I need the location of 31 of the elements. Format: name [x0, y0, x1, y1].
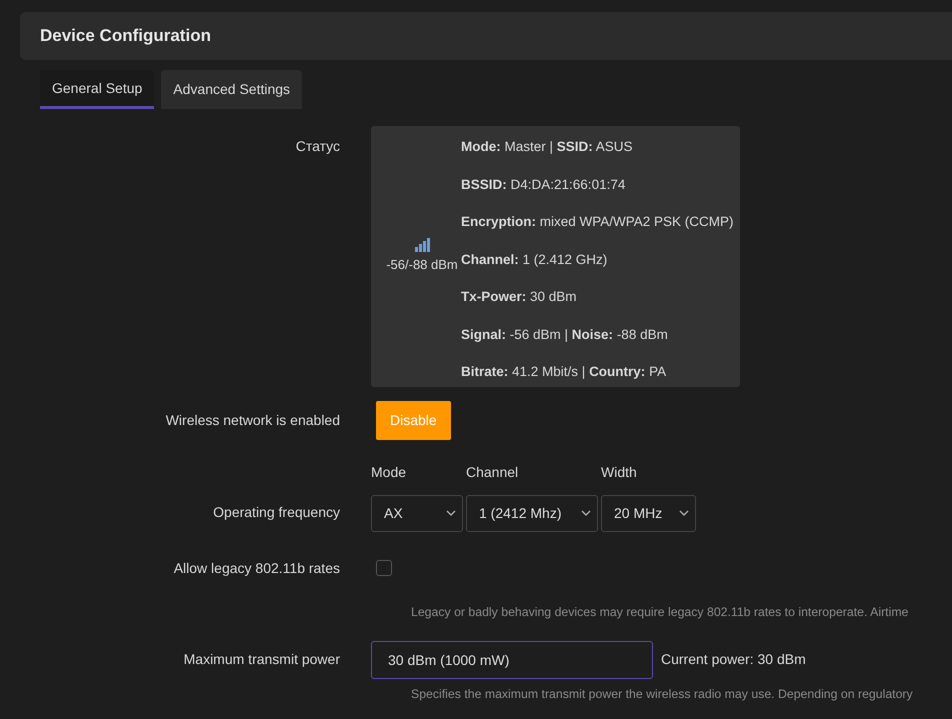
dropdown[interactable]: AX	[371, 494, 463, 532]
signal-icon	[414, 238, 430, 252]
status-line: Tx-Power: 30 dBm	[461, 290, 578, 304]
field-label: Maximum transmit power	[184, 651, 340, 668]
page-title: Device Configuration	[40, 26, 211, 46]
column-heading: Channel	[466, 462, 520, 482]
column-heading: Width	[601, 462, 638, 482]
status-line: BSSID: D4:DA:21:66:01:74	[461, 178, 626, 191]
tab[interactable]: General Setup	[40, 70, 154, 109]
help-text: Legacy or badly behaving devices may require legacy 802.11b rates to interoperate. Airtime	[411, 604, 908, 618]
status-line: Signal: -56 dBm | Noise: -88 dBm	[461, 328, 669, 341]
status-line: Mode: Master | SSID: ASUS	[461, 140, 634, 154]
signal-reading: -56/-88 dBm	[386, 256, 458, 274]
field-label: Статус	[296, 138, 340, 154]
checkbox[interactable]	[376, 560, 392, 576]
column-heading: Mode	[371, 462, 408, 482]
field-label: Wireless network is enabled	[166, 412, 340, 428]
caret-icon	[581, 510, 591, 516]
tab[interactable]: Advanced Settings	[161, 70, 302, 109]
power-field[interactable]: 30 dBm (1000 mW)	[371, 640, 653, 679]
dropdown[interactable]: 20 MHz	[601, 494, 696, 532]
current-power: Current power: 30 dBm	[661, 650, 806, 670]
status-line: Channel: 1 (2.412 GHz)	[461, 252, 608, 266]
dropdown[interactable]: 1 (2412 Mhz)	[466, 494, 598, 532]
caret-icon	[446, 510, 456, 516]
status-line: Bitrate: 41.2 Mbit/s | Country: PA	[461, 365, 668, 378]
field-label: Allow legacy 802.11b rates	[174, 560, 340, 576]
status-line: Encryption: mixed WPA/WPA2 PSK (CCMP)	[461, 215, 734, 228]
caret-icon	[679, 510, 689, 516]
field-label: Operating frequency	[213, 504, 340, 520]
help-text: Specifies the maximum transmit power the wireless radio may use. Depending on regulatory	[411, 686, 913, 701]
